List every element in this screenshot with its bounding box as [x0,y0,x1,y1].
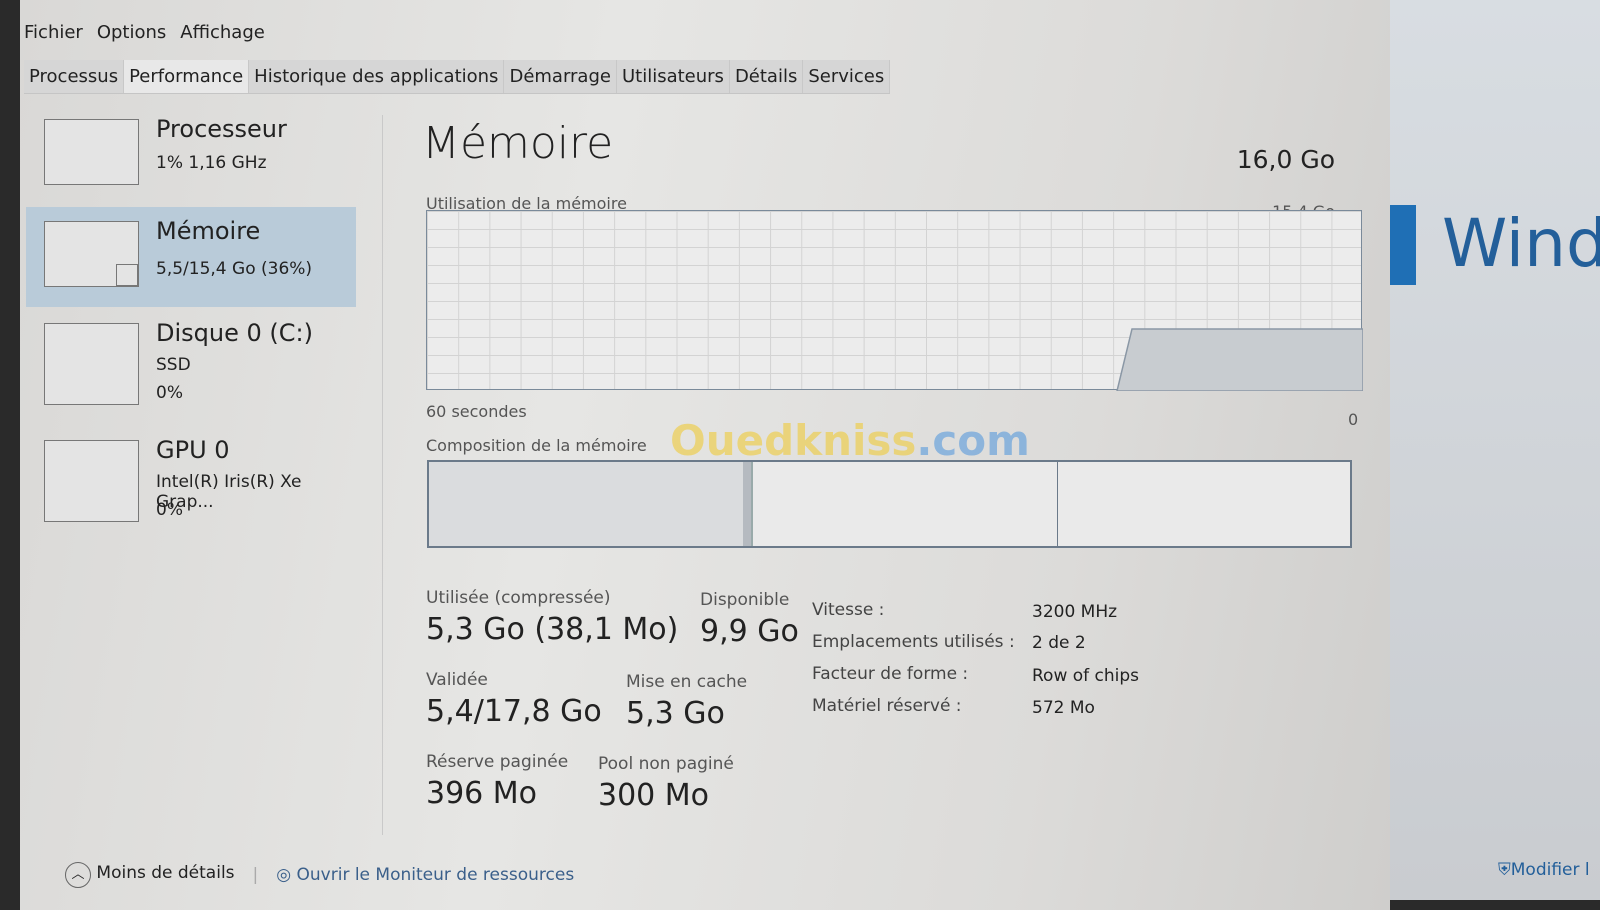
tab-historique[interactable]: Historique des applications [249,60,505,93]
stat-used: Utilisée (compressée) 5,3 Go (38,1 Mo) [426,588,679,647]
watermark: Ouedkniss.com [670,416,1030,465]
composition-standby [753,462,1058,546]
composition-label: Composition de la mémoire [426,436,647,455]
stat-cached: Mise en cache 5,3 Go [626,672,748,731]
tab-performance[interactable]: Performance [124,60,250,93]
memory-composition-bar [427,460,1352,548]
sidebar-title: Disque 0 (C:) [156,319,313,347]
sidebar-sub: 0% [156,383,183,403]
menu-options[interactable]: Options [97,22,166,43]
detail-key: Facteur de forme : [812,664,969,684]
cpu-thumbnail [44,119,139,185]
detail-value: 3200 MHz [1032,602,1118,622]
sidebar-title: Processeur [156,115,287,143]
sidebar-title: Mémoire [156,217,261,245]
stat-nonpaged-pool: Pool non paginé 300 Mo [598,754,734,813]
menu-fichier[interactable]: Fichier [24,22,83,43]
tab-utilisateurs[interactable]: Utilisateurs [616,60,730,93]
tab-details[interactable]: Détails [729,60,804,93]
detail-value: 572 Mo [1032,698,1095,718]
task-manager-window: Fichier Options Affichage Processus Perf… [20,0,1390,910]
desktop-background: Windo ⛨Modifier l [1380,0,1600,900]
shield-icon: ⛨ [1498,860,1511,880]
detail-key: Matériel réservé : [812,696,962,716]
usage-line [1116,328,1363,391]
tab-demarrage[interactable]: Démarrage [504,60,617,93]
sidebar: Processeur 1% 1,16 GHz Mémoire 5,5/15,4 … [26,105,356,543]
sidebar-sub: 0% [156,500,183,520]
chevron-up-icon: ︿ [65,862,91,888]
total-memory: 16,0 Go [1236,145,1335,174]
footer: ︿ Moins de détails | ◎ Ouvrir le Moniteu… [65,862,574,888]
gpu-thumbnail [44,440,139,522]
sidebar-item-gpu[interactable]: GPU 0 Intel(R) Iris(R) Xe Grap... 0% [26,426,356,541]
sidebar-sub: 1% 1,16 GHz [156,153,267,173]
sidebar-title: GPU 0 [156,436,230,464]
sidebar-item-memoire[interactable]: Mémoire 5,5/15,4 Go (36%) [26,207,356,307]
detail-key: Vitesse : [812,600,885,620]
detail-value: 2 de 2 [1032,633,1086,653]
sidebar-item-disque[interactable]: Disque 0 (C:) SSD 0% [26,309,356,424]
sidebar-sub: Intel(R) Iris(R) Xe Grap... [156,472,302,512]
page-title: Mémoire [422,118,614,169]
separator: | [252,865,259,885]
resource-monitor-icon: ◎ [276,865,292,885]
stat-paged-pool: Réserve paginée 396 Mo [426,752,569,811]
tab-processus[interactable]: Processus [24,60,125,93]
menu-affichage[interactable]: Affichage [180,22,265,43]
sidebar-sub: SSD [156,355,191,375]
memory-thumbnail [44,221,139,287]
less-details-button[interactable]: ︿ Moins de détails [65,862,235,888]
windows-text: Windo [1442,205,1600,282]
composition-used [429,462,751,546]
modify-link[interactable]: ⛨Modifier l [1498,860,1590,880]
detail-value: Row of chips [1032,666,1140,686]
sidebar-sub: 5,5/15,4 Go (36%) [156,259,313,279]
tab-services[interactable]: Services [803,60,891,93]
stat-available: Disponible 9,9 Go [700,590,799,649]
stat-committed: Validée 5,4/17,8 Go [426,670,602,729]
sidebar-item-processeur[interactable]: Processeur 1% 1,16 GHz [26,105,356,205]
time-label: 60 secondes [426,402,527,421]
detail-key: Emplacements utilisés : [812,632,1015,652]
open-resource-monitor-link[interactable]: ◎ Ouvrir le Moniteur de ressources [276,865,574,885]
menu-bar: Fichier Options Affichage [24,22,265,43]
zero-label: 0 [1348,410,1359,429]
composition-free [1058,462,1350,546]
divider [382,115,383,835]
tab-bar: Processus Performance Historique des app… [24,60,891,94]
disk-thumbnail [44,323,139,405]
memory-usage-graph [426,210,1363,391]
